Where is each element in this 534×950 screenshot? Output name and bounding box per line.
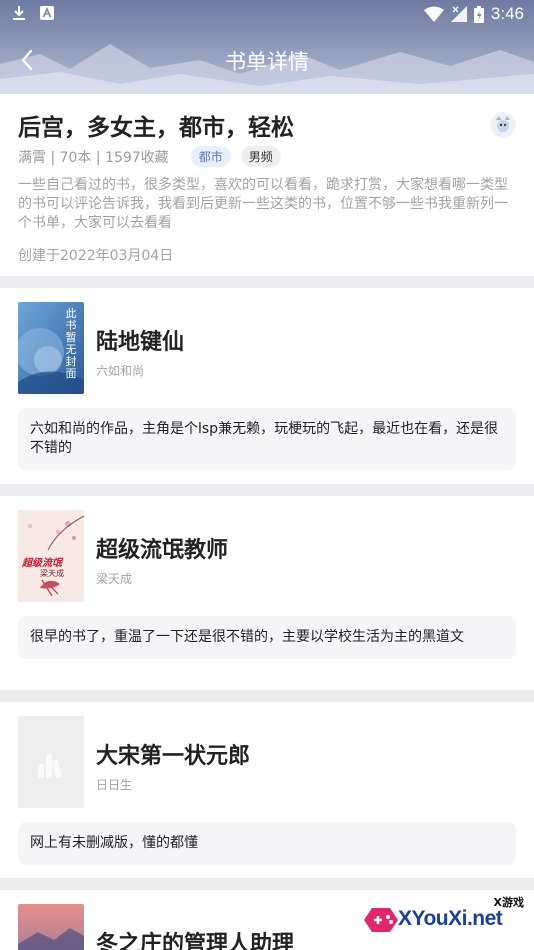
book-comment-box: 网上有未删减版，懂的都懂 <box>18 822 516 865</box>
cover-author-text: 梁天成 <box>40 569 64 578</box>
book-card[interactable]: 大宋第一状元郎 日日生 网上有未删减版，懂的都懂 <box>0 702 534 878</box>
book-card[interactable]: 此 书 暂 无 封 面 陆地键仙 六如和尚 六如和尚的作品，主角是个lsp兼无赖… <box>0 288 534 484</box>
download-icon <box>13 6 25 20</box>
booklist-title: 后宫，多女主，都市，轻松 <box>18 115 294 141</box>
wifi-icon <box>423 6 444 22</box>
clock-time: 3:46 <box>490 4 524 23</box>
book-author: 梁天成 <box>96 572 133 586</box>
creator-avatar[interactable] <box>490 112 516 138</box>
created-date: 创建于2022年03月04日 <box>18 248 174 264</box>
watermark-logo-text: XYouXi.net <box>398 907 503 930</box>
a-notification-icon <box>40 6 54 20</box>
book-cover[interactable]: 超级流氓 梁天成 <box>18 510 84 602</box>
tag-dushi[interactable]: 都市 <box>190 146 231 167</box>
book-title[interactable]: 陆地键仙 <box>96 324 184 356</box>
battery-icon <box>473 5 484 23</box>
navigation-bar: 书单详情 <box>0 36 534 84</box>
book-title[interactable]: 冬之庄的管理人助理 <box>96 926 294 950</box>
book-title[interactable]: 超级流氓教师 <box>96 532 228 564</box>
book-cover-image <box>18 904 84 950</box>
book-comment: 很早的书了，重温了一下还是很不错的，主要以学校生活为主的黑道文 <box>30 629 464 645</box>
book-comment: 网上有未删减版，懂的都懂 <box>30 835 198 851</box>
book-author: 日日生 <box>96 778 133 792</box>
book-placeholder-icon <box>18 716 84 808</box>
book-comment-box: 六如和尚的作品，主角是个lsp兼无赖，玩梗玩的飞起，最近也在看，还是很不错的 <box>18 408 516 470</box>
gamepad-logo-icon <box>364 908 398 932</box>
book-comment: 六如和尚的作品，主角是个lsp兼无赖，玩梗玩的飞起，最近也在看，还是很不错的 <box>30 421 499 456</box>
cover-title-text: 超级流氓 <box>22 558 62 569</box>
header-banner: 3:46 书单详情 <box>0 0 534 94</box>
page-title: 书单详情 <box>225 50 309 74</box>
no-signal-icon <box>450 6 467 22</box>
booklist-info-section: 后宫，多女主，都市，轻松 满霄 | 70本 | 1597收藏 都市 男频 一些自… <box>0 94 534 276</box>
tag-nanpin[interactable]: 男频 <box>240 146 281 167</box>
book-cover[interactable]: 此 书 暂 无 封 面 <box>18 302 84 394</box>
site-watermark: X游戏 XYouXi.net <box>362 880 534 950</box>
book-author: 六如和尚 <box>96 364 145 378</box>
booklist-meta: 满霄 | 70本 | 1597收藏 <box>18 149 169 166</box>
book-comment-box: 很早的书了，重温了一下还是很不错的，主要以学校生活为主的黑道文 <box>18 616 516 659</box>
status-bar: 3:46 <box>0 0 534 28</box>
book-cover[interactable] <box>18 716 84 808</box>
booklist-description: 一些自己看过的书，很多类型，喜欢的可以看看，跪求打赏，大家想看哪一类型的书可以评… <box>18 177 508 231</box>
book-cover[interactable] <box>18 904 84 950</box>
book-title[interactable]: 大宋第一状元郎 <box>96 738 250 770</box>
cover-text-char: 面 <box>65 367 77 380</box>
avatar-icon <box>491 113 515 137</box>
book-card[interactable]: 超级流氓 梁天成 超级流氓教师 梁天成 很早的书了，重温了一下还是很不错的，主要… <box>0 496 534 690</box>
